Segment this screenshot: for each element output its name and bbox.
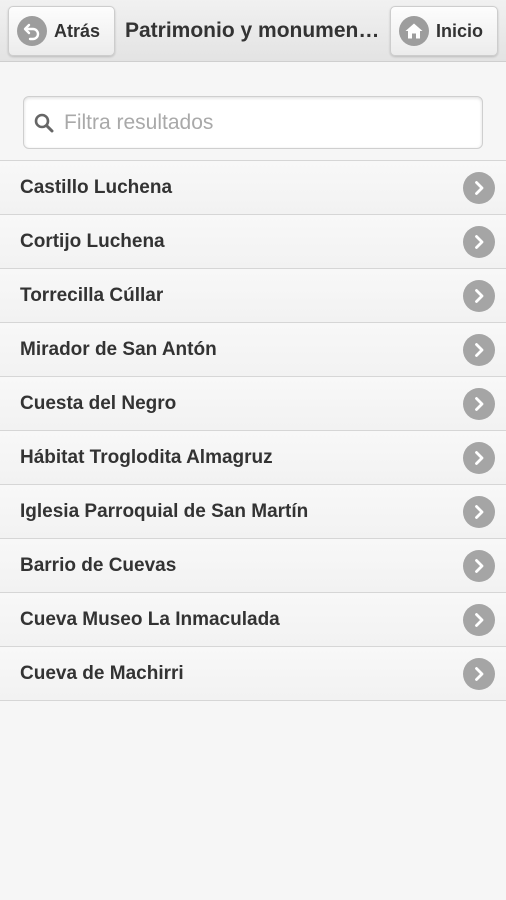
home-icon [399,16,429,46]
list-item[interactable]: Cortijo Luchena [0,215,506,269]
chevron-right-icon [463,171,495,204]
list-item[interactable]: Cuesta del Negro [0,377,506,431]
chevron-right-icon [463,279,495,312]
back-button[interactable]: Atrás [8,6,115,56]
list-item-label: Castillo Luchena [20,176,173,198]
list-item[interactable]: Cueva de Machirri [0,647,506,701]
list-item[interactable]: Mirador de San Antón [0,323,506,377]
search-box [23,96,483,149]
home-button-label: Inicio [436,20,484,41]
list-item[interactable]: Castillo Luchena [0,161,506,215]
list-item-label: Cueva de Machirri [20,662,184,684]
list-item-label: Torrecilla Cúllar [20,284,164,306]
home-button[interactable]: Inicio [390,6,498,56]
list-item-label: Iglesia Parroquial de San Martín [20,500,309,522]
list-item[interactable]: Hábitat Troglodita Almagruz [0,431,506,485]
list-item[interactable]: Torrecilla Cúllar [0,269,506,323]
search-icon [34,113,54,133]
list-item[interactable]: Iglesia Parroquial de San Martín [0,485,506,539]
back-button-label: Atrás [54,20,101,41]
search-input[interactable] [64,97,474,148]
list-item[interactable]: Barrio de Cuevas [0,539,506,593]
back-arrow-icon [17,16,47,46]
chevron-right-icon [463,333,495,366]
chevron-right-icon [463,495,495,528]
chevron-right-icon [463,225,495,258]
list-item[interactable]: Cueva Museo La Inmaculada [0,593,506,647]
list-item-label: Cueva Museo La Inmaculada [20,608,280,630]
list-item-label: Hábitat Troglodita Almagruz [20,446,273,468]
chevron-right-icon [463,657,495,690]
list-item-label: Cortijo Luchena [20,230,165,252]
list-item-label: Mirador de San Antón [20,338,217,360]
chevron-right-icon [463,603,495,636]
results-list: Castillo Luchena Cortijo Luchena Torrecill… [0,160,506,701]
list-item-label: Barrio de Cuevas [20,554,177,576]
header-bar: Atrás Patrimonio y monumentos Inicio [0,0,506,62]
page-title: Patrimonio y monumentos [125,19,381,42]
chevron-right-icon [463,387,495,420]
list-item-label: Cuesta del Negro [20,392,177,414]
chevron-right-icon [463,441,495,474]
chevron-right-icon [463,549,495,582]
